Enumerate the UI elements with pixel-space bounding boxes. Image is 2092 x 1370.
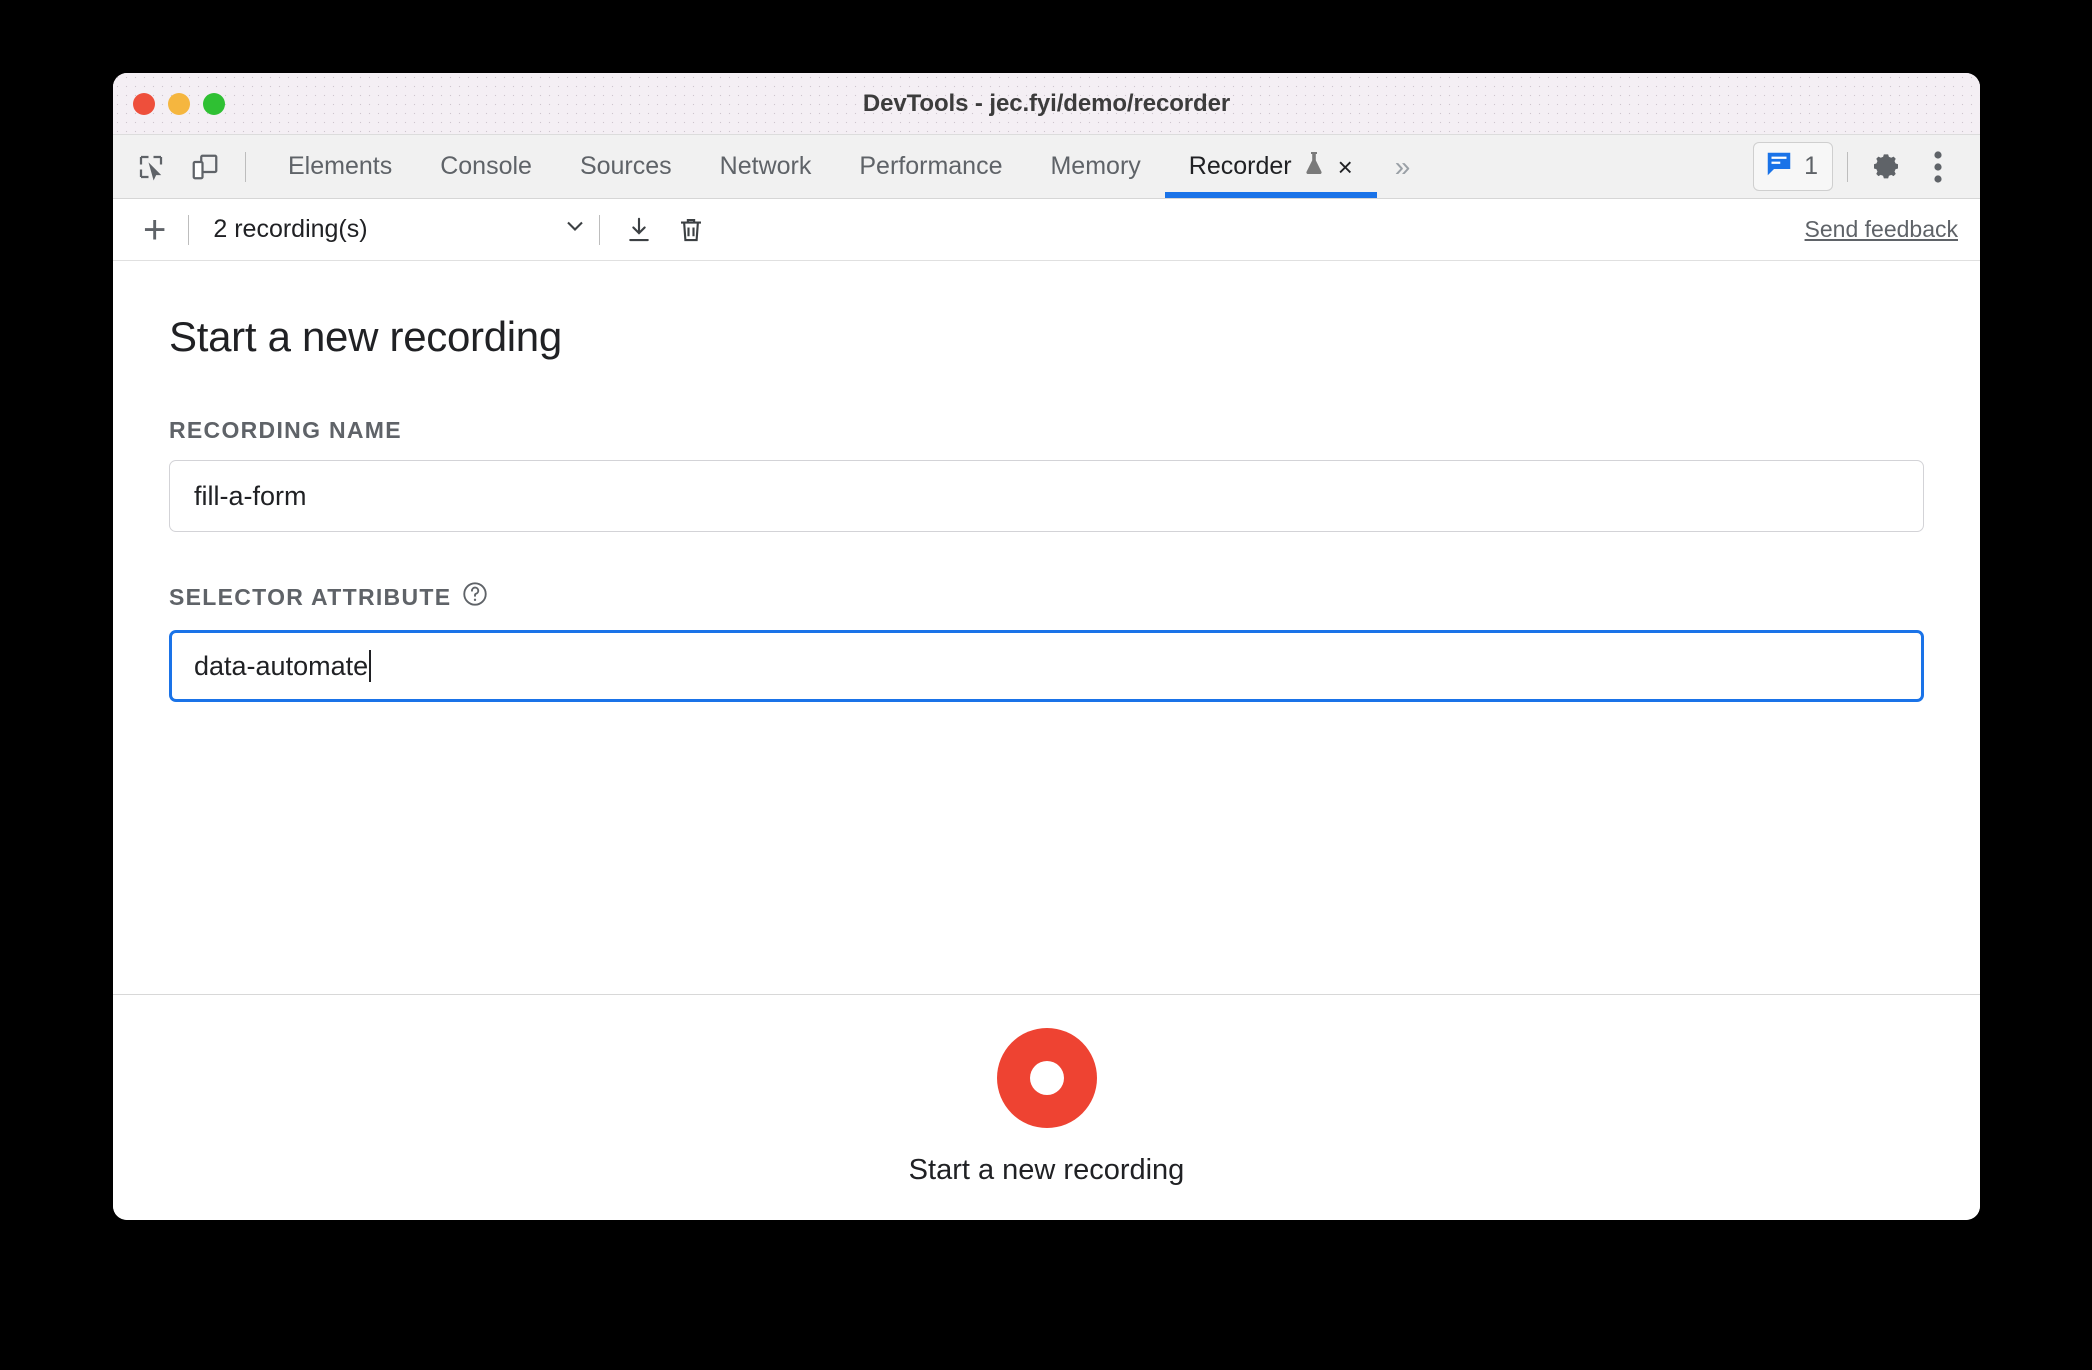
tab-bar-left-tools <box>113 135 256 198</box>
message-count: 1 <box>1804 152 1818 180</box>
start-recording-label: Start a new recording <box>908 1154 1185 1186</box>
tab-performance[interactable]: Performance <box>835 135 1026 198</box>
selector-attribute-label-text: SELECTOR ATTRIBUTE <box>169 583 452 610</box>
tab-recorder[interactable]: Recorder × <box>1164 135 1377 198</box>
tab-network[interactable]: Network <box>696 135 836 198</box>
tab-memory[interactable]: Memory <box>1026 135 1164 198</box>
recordings-select-value: 2 recording(s) <box>213 215 368 243</box>
delete-icon[interactable] <box>668 207 714 253</box>
tab-bar-right-tools: 1 <box>1753 135 1980 198</box>
right-tools-divider <box>1847 151 1848 182</box>
inspect-element-icon[interactable] <box>127 143 175 191</box>
gear-icon[interactable] <box>1862 143 1910 191</box>
more-tabs-icon[interactable]: » <box>1377 135 1429 198</box>
selector-attribute-field: SELECTOR ATTRIBUTE data-automate <box>169 580 1924 702</box>
toolbar-divider <box>245 151 246 182</box>
recording-name-input[interactable] <box>169 460 1924 532</box>
selector-attribute-input[interactable]: data-automate <box>169 630 1924 702</box>
tab-label: Network <box>719 152 812 180</box>
recording-name-label-text: RECORDING NAME <box>169 417 402 443</box>
recording-name-field: RECORDING NAME <box>169 417 1924 532</box>
devtools-tab-bar: Elements Console Sources Network Perform… <box>113 135 1980 199</box>
recording-name-label: RECORDING NAME <box>169 417 1924 444</box>
window-title: DevTools - jec.fyi/demo/recorder <box>862 89 1231 117</box>
tab-console[interactable]: Console <box>416 135 556 198</box>
messages-button[interactable]: 1 <box>1753 142 1833 191</box>
tab-label: Memory <box>1050 152 1141 180</box>
help-icon[interactable] <box>461 580 489 614</box>
download-icon[interactable] <box>616 207 662 253</box>
window-title-bar: DevTools - jec.fyi/demo/recorder <box>113 73 1980 135</box>
device-toolbar-icon[interactable] <box>181 143 229 191</box>
page-title: Start a new recording <box>169 313 562 360</box>
tab-label: Performance <box>859 152 1003 180</box>
tab-label: Recorder <box>1188 152 1292 180</box>
recorder-footer: Start a new recording <box>113 994 1980 1220</box>
messages-icon <box>1764 149 1794 184</box>
recordings-select[interactable]: 2 recording(s) <box>199 212 589 247</box>
selector-attribute-label: SELECTOR ATTRIBUTE <box>169 580 1924 614</box>
panel-tabs: Elements Console Sources Network Perform… <box>264 135 1428 198</box>
recorder-toolbar-divider <box>188 214 190 245</box>
tab-label: Sources <box>579 152 672 180</box>
selector-attribute-value: data-automate <box>194 650 369 681</box>
tab-label: Elements <box>288 152 393 180</box>
more-options-icon[interactable] <box>1914 143 1962 191</box>
tab-elements[interactable]: Elements <box>264 135 416 198</box>
close-icon[interactable]: × <box>1338 154 1353 180</box>
recorder-actions-divider <box>599 214 601 245</box>
record-dot-icon <box>1029 1061 1064 1095</box>
recorder-toolbar: + 2 recording(s) Send feedback <box>113 199 1980 261</box>
send-feedback-link[interactable]: Send feedback <box>1805 216 1958 243</box>
devtools-window: DevTools - jec.fyi/demo/recorder Element… <box>113 73 1980 1220</box>
experiment-flask-icon <box>1302 150 1326 183</box>
recorder-panel-content: Start a new recording RECORDING NAME SEL… <box>113 261 1980 994</box>
tab-sources[interactable]: Sources <box>556 135 696 198</box>
start-recording-button[interactable] <box>996 1028 1097 1128</box>
add-recording-button[interactable]: + <box>131 210 178 250</box>
tab-label: Console <box>440 152 532 180</box>
chevron-down-icon <box>561 212 589 247</box>
text-caret <box>369 650 372 682</box>
